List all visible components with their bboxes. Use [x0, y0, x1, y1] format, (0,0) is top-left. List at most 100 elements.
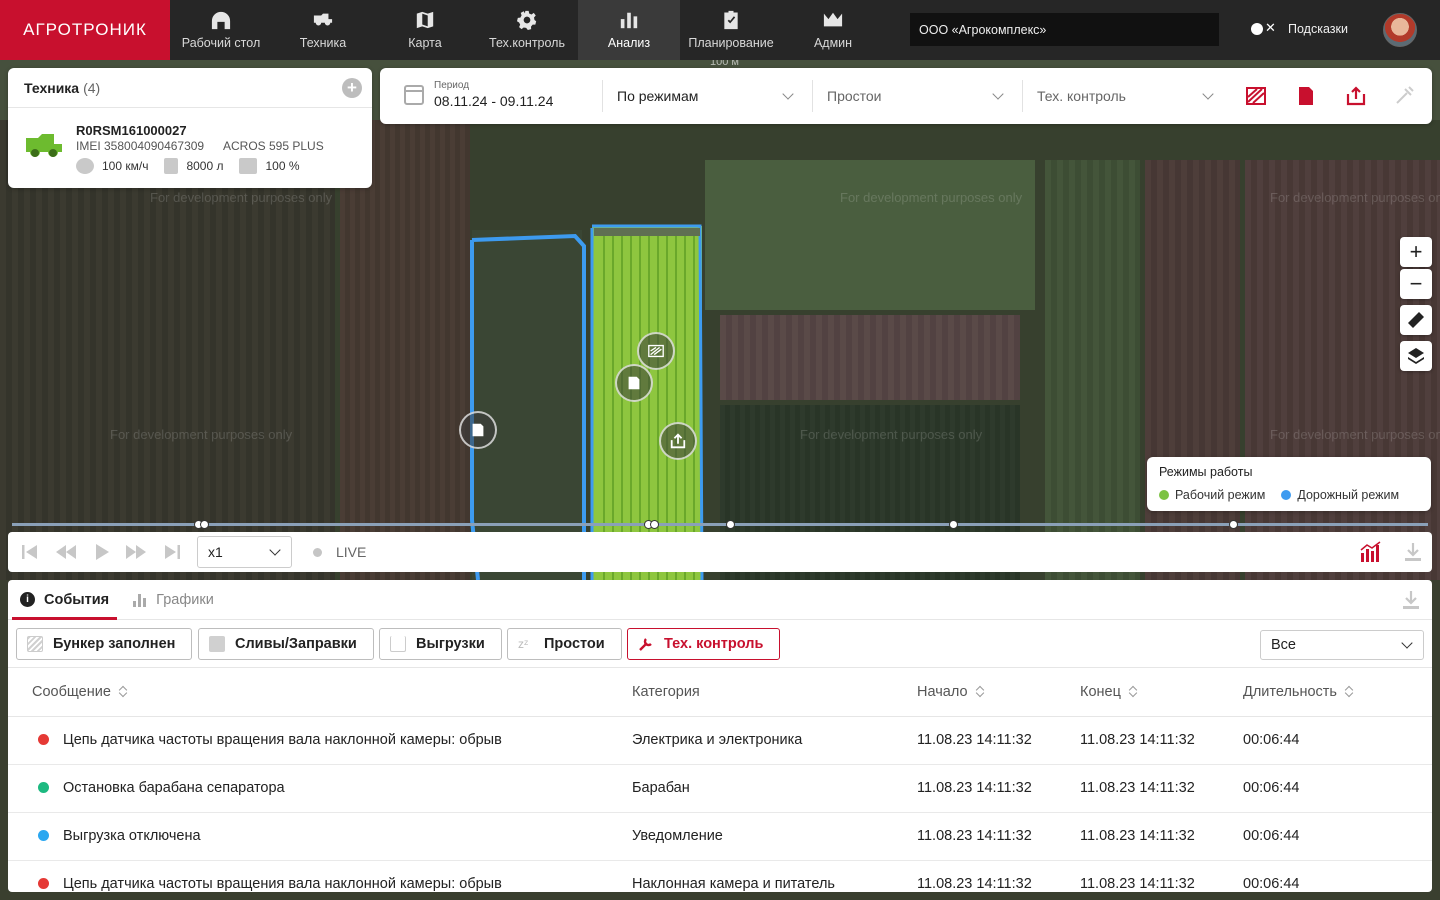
start-cell: 11.08.23 14:11:32	[917, 860, 1080, 892]
filter-bar: Период 08.11.24 - 09.11.24 По режимам Пр…	[380, 68, 1432, 124]
work-mode-legend: Режимы работы Рабочий режим Дорожный реж…	[1147, 457, 1431, 511]
category-cell: Уведомление	[632, 812, 917, 861]
chevron-down-icon	[1401, 637, 1413, 649]
nav-item-desktop[interactable]: Рабочий стол	[170, 0, 272, 60]
nav-item-planning[interactable]: Планирование	[680, 0, 782, 60]
fast-forward-icon[interactable]	[124, 543, 148, 561]
timeline-point[interactable]	[200, 520, 209, 529]
nav-item-analysis[interactable]: Анализ	[578, 0, 680, 60]
live-button[interactable]: LIVE	[313, 544, 366, 560]
chart-icon[interactable]	[1360, 541, 1382, 563]
playback-bar: x1 LIVE	[8, 532, 1432, 572]
chip-refuel[interactable]: Сливы/Заправки	[198, 628, 374, 660]
chevron-down-icon	[269, 544, 281, 556]
timeline-point[interactable]	[650, 520, 659, 529]
nav-item-machinery[interactable]: Техника	[272, 0, 374, 60]
nav-item-tech-control[interactable]: Тех.контроль	[476, 0, 578, 60]
category-filter-select[interactable]: Все	[1260, 630, 1424, 660]
duration-cell: 00:06:44	[1243, 764, 1432, 813]
sort-icon	[1129, 686, 1138, 697]
legend-label: Дорожный режим	[1297, 488, 1400, 502]
chip-tech-control[interactable]: Тех. контроль	[627, 628, 781, 660]
crown-icon	[823, 12, 843, 27]
ruler-button[interactable]	[1400, 305, 1432, 335]
live-dot	[313, 547, 322, 557]
chip-label: Тех. контроль	[664, 636, 764, 652]
chip-bunker-full[interactable]: Бункер заполнен	[16, 628, 193, 660]
hints-toggle-group: ✕ Подсказки	[1250, 20, 1348, 37]
timeline-point[interactable]	[726, 520, 735, 529]
bunker-filter-icon[interactable]	[1245, 85, 1267, 107]
play-icon[interactable]	[92, 543, 112, 561]
track-timeline[interactable]	[12, 520, 1428, 529]
avatar[interactable]	[1383, 13, 1417, 47]
chip-unload[interactable]: Выгрузки	[379, 628, 502, 660]
zoom-in-button[interactable]: +	[1400, 237, 1432, 267]
timeline-point[interactable]	[949, 520, 958, 529]
table-row[interactable]: Остановка барабана сепаратора Барабан 11…	[8, 764, 1432, 813]
refuel-marker[interactable]	[459, 411, 497, 449]
nav-label: Анализ	[607, 36, 651, 50]
category-filter-value: Все	[1271, 637, 1296, 653]
chip-idle[interactable]: zᶻ Простои	[507, 628, 622, 660]
load-stat: 100 %	[239, 158, 300, 174]
bunker-full-marker[interactable]	[637, 332, 675, 370]
organization-select[interactable]: ООО «Агрокомплекс»	[910, 13, 1219, 46]
logo[interactable]: АГРОТРОНИК	[0, 0, 170, 60]
unload-icon	[390, 636, 406, 652]
add-machinery-button[interactable]: +	[342, 78, 362, 98]
skip-start-icon[interactable]	[20, 543, 40, 561]
refuel-filter-icon[interactable]	[1295, 85, 1317, 107]
table-row[interactable]: Цепь датчика частоты вращения вала накло…	[8, 716, 1432, 765]
download-icon[interactable]	[1402, 590, 1420, 610]
timeline-point[interactable]	[1229, 520, 1238, 529]
toggle-knob	[1251, 23, 1263, 35]
column-duration[interactable]: Длительность	[1243, 668, 1432, 717]
rewind-icon[interactable]	[54, 543, 78, 561]
download-icon[interactable]	[1404, 542, 1422, 562]
unload-filter-icon[interactable]	[1345, 85, 1367, 107]
severity-dot	[38, 830, 49, 841]
table-row[interactable]: Выгрузка отключена Уведомление 11.08.23 …	[8, 812, 1432, 861]
start-cell: 11.08.23 14:11:32	[917, 764, 1080, 813]
period-picker[interactable]: Период 08.11.24 - 09.11.24	[404, 80, 553, 109]
tab-events[interactable]: i События	[8, 580, 121, 620]
table-row[interactable]: Цепь датчика частоты вращения вала накло…	[8, 860, 1432, 892]
fuel-value: 8000 л	[186, 159, 224, 173]
unload-marker[interactable]	[659, 422, 697, 460]
event-filter-chips: Бункер заполнен Сливы/Заправки Выгрузки …	[8, 620, 1432, 668]
playback-speed-select[interactable]: x1	[197, 536, 292, 568]
legend-dot	[1281, 490, 1292, 500]
period-label: Период	[434, 80, 470, 91]
skip-end-icon[interactable]	[162, 543, 182, 561]
end-cell: 11.08.23 14:11:32	[1080, 860, 1243, 892]
fuel-icon	[209, 636, 225, 652]
machine-model: ACROS 595 PLUS	[223, 139, 324, 153]
column-message[interactable]: Сообщение	[8, 668, 632, 717]
column-end[interactable]: Конец	[1080, 668, 1243, 717]
bunker-icon	[27, 636, 43, 652]
wrench-filter-icon[interactable]	[1393, 85, 1415, 107]
duration-cell: 00:06:44	[1243, 860, 1432, 892]
zoom-out-button[interactable]: −	[1400, 269, 1432, 299]
legend-item-road: Дорожный режим	[1281, 488, 1399, 502]
speed-value: 100 км/ч	[102, 159, 149, 173]
column-start[interactable]: Начало	[917, 668, 1080, 717]
machinery-header: Техника (4) +	[8, 68, 372, 108]
hints-label: Подсказки	[1288, 22, 1348, 36]
hints-toggle[interactable]: ✕	[1250, 20, 1278, 37]
refuel-marker[interactable]	[615, 364, 653, 402]
layers-button[interactable]	[1400, 341, 1432, 371]
idle-select[interactable]: Простои	[812, 80, 1010, 112]
category-cell: Электрика и электроника	[632, 716, 917, 765]
tab-charts[interactable]: Графики	[121, 580, 226, 619]
end-cell: 11.08.23 14:11:32	[1080, 812, 1243, 861]
tech-control-select[interactable]: Тех. контроль	[1022, 80, 1220, 112]
fuel-stat: 8000 л	[164, 158, 223, 174]
machinery-item[interactable]: R0RSM161000027 IMEI 358004090467309 ACRO…	[8, 108, 372, 188]
nav-item-map[interactable]: Карта	[374, 0, 476, 60]
mode-select[interactable]: По режимам	[602, 80, 800, 112]
nav-item-admin[interactable]: Админ	[782, 0, 884, 60]
legend-label: Рабочий режим	[1175, 488, 1266, 502]
wrench-icon	[639, 638, 652, 651]
